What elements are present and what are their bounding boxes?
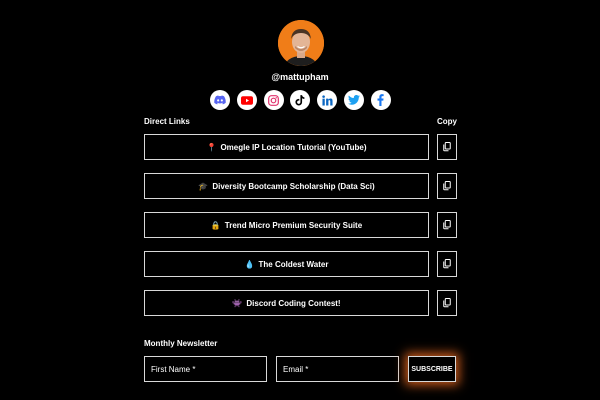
copy-button[interactable]: [437, 173, 457, 199]
link-button[interactable]: 👾 Discord Coding Contest!: [144, 290, 429, 316]
copy-icon: [443, 181, 451, 191]
profile-handle: @mattupham: [271, 72, 329, 82]
email-input[interactable]: [276, 356, 399, 382]
direct-links-heading: Direct Links: [144, 117, 190, 126]
copy-heading: Copy: [437, 117, 457, 126]
link-label: Trend Micro Premium Security Suite: [224, 220, 363, 230]
facebook-icon[interactable]: [370, 90, 391, 110]
water-drop-icon: 💧: [244, 259, 255, 269]
link-label: Omegle IP Location Tutorial (YouTube): [220, 142, 367, 152]
twitter-icon[interactable]: [344, 90, 365, 110]
copy-icon: [443, 298, 451, 308]
link-label: The Coldest Water: [258, 259, 329, 269]
link-button[interactable]: 📍 Omegle IP Location Tutorial (YouTube): [144, 134, 429, 160]
social-links: [210, 90, 391, 112]
copy-icon: [443, 142, 451, 152]
game-alien-icon: 👾: [232, 298, 243, 308]
discord-icon[interactable]: [210, 90, 230, 110]
youtube-icon[interactable]: [236, 90, 257, 110]
copy-icon: [443, 220, 451, 230]
copy-icon: [443, 259, 451, 269]
lock-icon: 🔒: [210, 220, 221, 230]
first-name-input[interactable]: [144, 356, 267, 382]
link-button[interactable]: 🔒 Trend Micro Premium Security Suite: [144, 212, 429, 238]
tiktok-icon[interactable]: [290, 90, 311, 110]
graduation-cap-icon: 🎓: [198, 181, 209, 191]
avatar: [278, 20, 324, 66]
copy-button[interactable]: [437, 212, 457, 238]
subscribe-button[interactable]: SUBSCRIBE: [408, 356, 456, 382]
link-label: Diversity Bootcamp Scholarship (Data Sci…: [212, 181, 375, 191]
copy-button[interactable]: [437, 290, 457, 316]
instagram-icon[interactable]: [263, 90, 284, 110]
link-button[interactable]: 🎓 Diversity Bootcamp Scholarship (Data S…: [144, 173, 429, 199]
copy-button[interactable]: [437, 251, 457, 277]
copy-button[interactable]: [437, 134, 457, 160]
link-label: Discord Coding Contest!: [246, 298, 341, 308]
newsletter-heading: Monthly Newsletter: [144, 339, 218, 348]
pin-icon: 📍: [206, 142, 217, 152]
linkedin-icon[interactable]: [317, 90, 338, 110]
link-button[interactable]: 💧 The Coldest Water: [144, 251, 429, 277]
